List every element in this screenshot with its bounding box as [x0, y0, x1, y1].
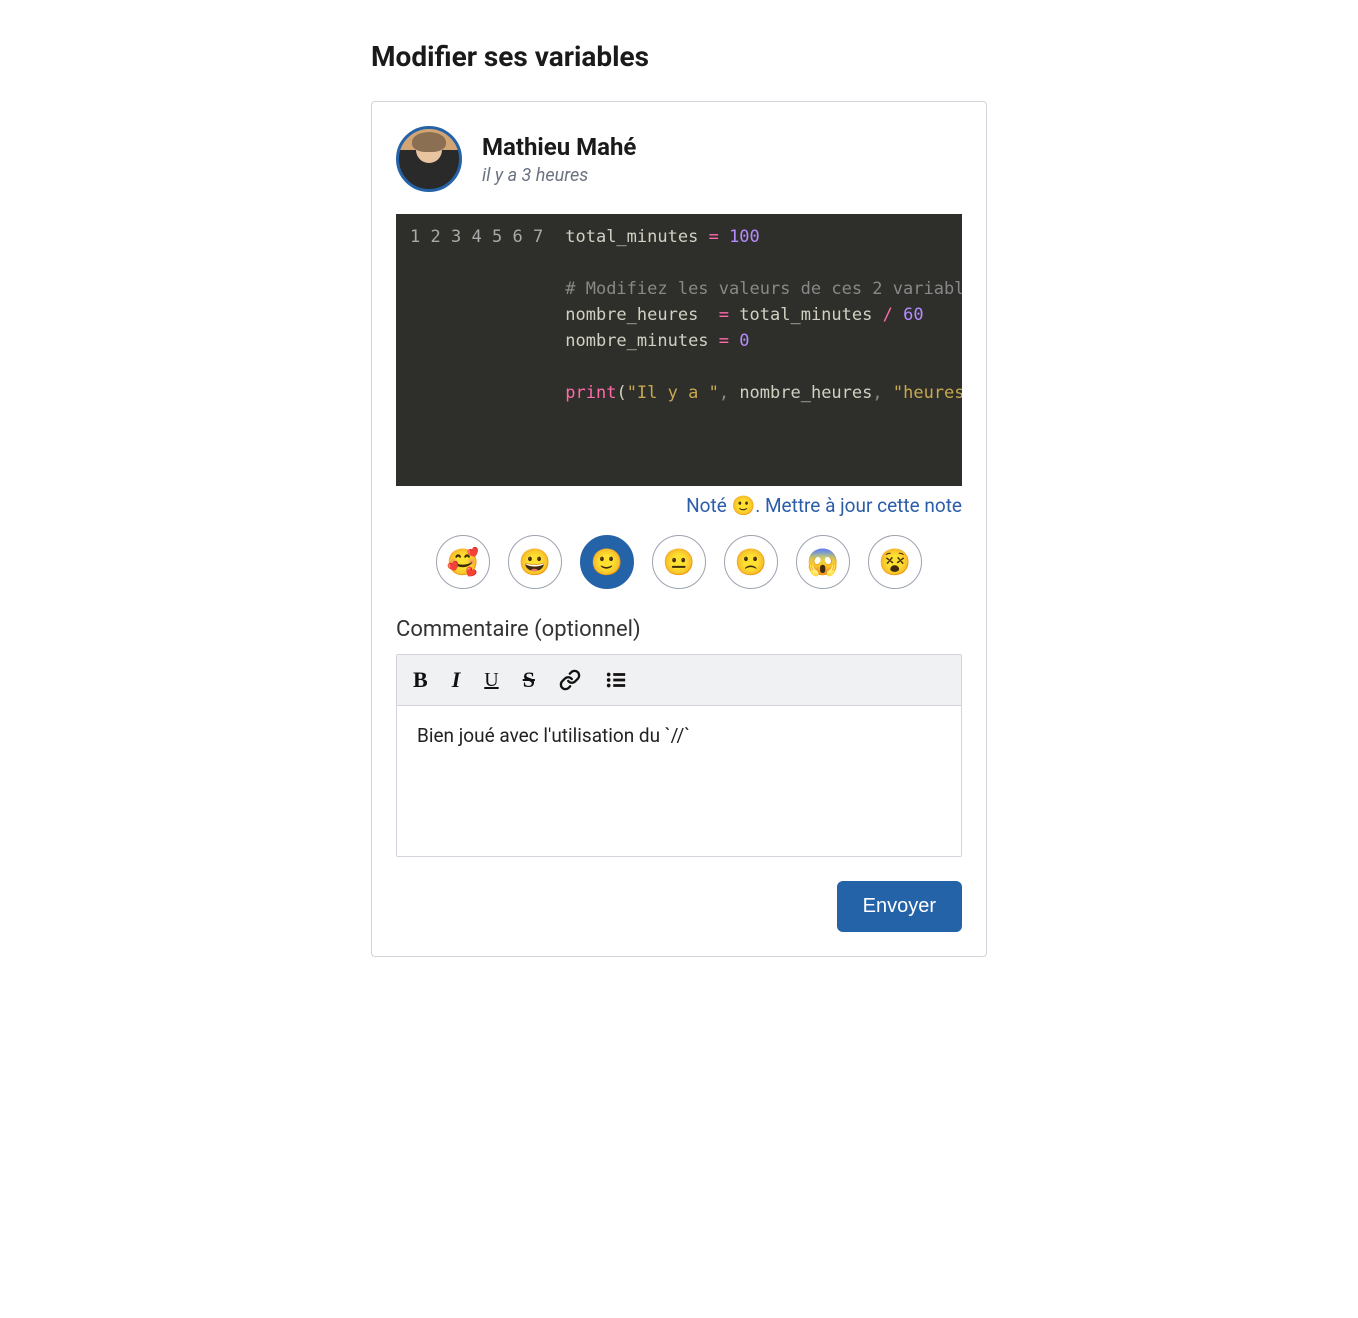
- emoji-scream-button[interactable]: 😱: [796, 535, 850, 589]
- page-title: Modifier ses variables: [371, 40, 987, 73]
- emoji-frown-button[interactable]: 🙁: [724, 535, 778, 589]
- emoji-dizzy-button[interactable]: 😵: [868, 535, 922, 589]
- strike-button[interactable]: S: [521, 665, 537, 695]
- timestamp: il y a 3 heures: [482, 165, 636, 186]
- editor-toolbar: B I U S: [397, 655, 961, 706]
- code-gutter: 1 2 3 4 5 6 7: [396, 214, 555, 486]
- list-icon: [605, 669, 627, 691]
- link-button[interactable]: [557, 667, 583, 693]
- user-name: Mathieu Mahé: [482, 133, 636, 161]
- emoji-love-button[interactable]: 🥰: [436, 535, 490, 589]
- bold-button[interactable]: B: [411, 665, 430, 695]
- rating-period: .: [755, 494, 765, 517]
- user-header: Mathieu Mahé il y a 3 heures: [396, 126, 962, 192]
- comment-label: Commentaire (optionnel): [396, 617, 962, 642]
- code-content: total_minutes = 100 # Modifiez les valeu…: [555, 214, 962, 486]
- submit-button[interactable]: Envoyer: [837, 881, 962, 932]
- list-button[interactable]: [603, 667, 629, 693]
- code-block: 1 2 3 4 5 6 7 total_minutes = 100 # Modi…: [396, 214, 962, 486]
- link-icon: [559, 669, 581, 691]
- rating-emoji-icon: 🙂: [732, 494, 756, 517]
- update-rating-link[interactable]: Mettre à jour cette note: [765, 494, 962, 517]
- comment-editor: B I U S Bien joué avec l'utilisation du …: [396, 654, 962, 857]
- avatar: [396, 126, 462, 192]
- emoji-slight-smile-button[interactable]: 🙂: [580, 535, 634, 589]
- emoji-rating-row: 🥰 😀 🙂 😐 🙁 😱 😵: [396, 535, 962, 589]
- italic-button[interactable]: I: [450, 665, 463, 695]
- emoji-grin-button[interactable]: 😀: [508, 535, 562, 589]
- underline-button[interactable]: U: [482, 667, 500, 694]
- rating-noted-text: Noté: [686, 494, 731, 517]
- submission-card: Mathieu Mahé il y a 3 heures 1 2 3 4 5 6…: [371, 101, 987, 957]
- rating-status: Noté 🙂. Mettre à jour cette note: [396, 494, 962, 517]
- comment-input[interactable]: Bien joué avec l'utilisation du `//`: [397, 706, 961, 856]
- emoji-neutral-button[interactable]: 😐: [652, 535, 706, 589]
